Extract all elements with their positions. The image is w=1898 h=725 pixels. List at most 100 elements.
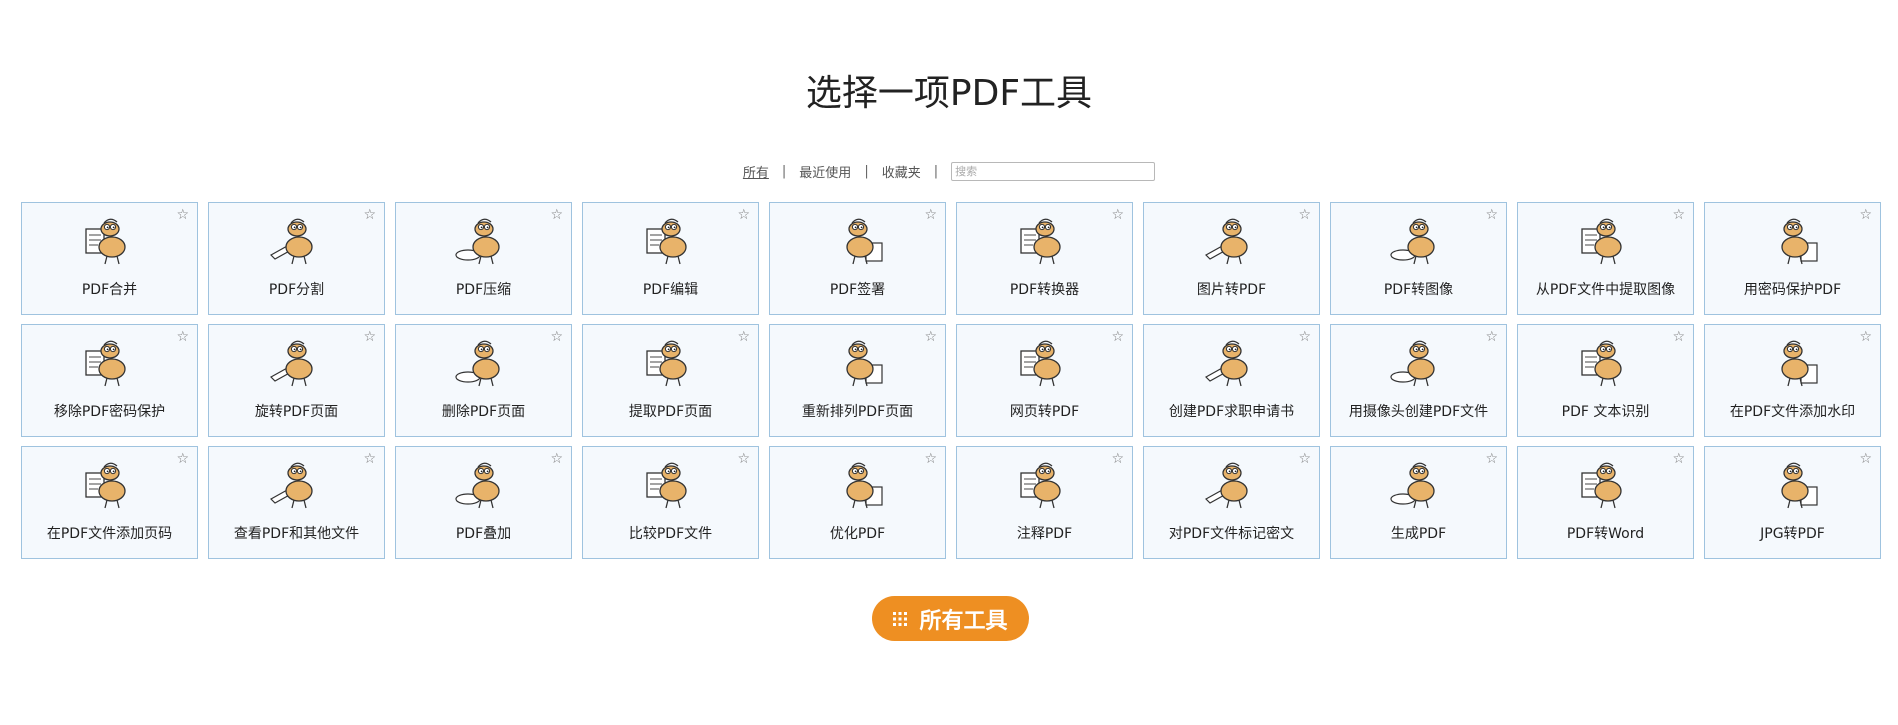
tool-card[interactable]: ☆ 提取PDF页面: [582, 324, 759, 437]
tool-card[interactable]: ☆ 比较PDF文件: [582, 446, 759, 559]
tool-label: JPG转PDF: [1760, 526, 1825, 542]
favorite-star-icon[interactable]: ☆: [1485, 330, 1498, 344]
favorite-star-icon[interactable]: ☆: [1485, 452, 1498, 466]
filter-separator: |: [864, 164, 869, 179]
pdf-tools-page: 选择一项PDF工具 所有 | 最近使用 | 收藏夹 | ☆ PDF合并 ☆ PDF分割…: [0, 0, 1898, 725]
grid-icon: [893, 611, 908, 626]
tool-label: PDF合并: [81, 282, 138, 298]
tool-card[interactable]: ☆ PDF叠加: [395, 446, 572, 559]
delete-pages-illustration-icon: [455, 340, 500, 387]
favorite-star-icon[interactable]: ☆: [550, 452, 563, 466]
watermark-illustration-icon: [1781, 340, 1818, 387]
tool-label: 创建PDF求职申请书: [1168, 404, 1295, 420]
tool-label: 提取PDF页面: [628, 404, 713, 420]
favorite-star-icon[interactable]: ☆: [1859, 452, 1872, 466]
tool-card[interactable]: ☆ PDF转换器: [956, 202, 1133, 315]
favorite-star-icon[interactable]: ☆: [176, 452, 189, 466]
favorite-star-icon[interactable]: ☆: [363, 452, 376, 466]
favorite-star-icon[interactable]: ☆: [550, 330, 563, 344]
tool-card[interactable]: ☆ 在PDF文件添加页码: [21, 446, 198, 559]
create-pdf-illustration-icon: [1390, 462, 1435, 509]
image-to-pdf-illustration-icon: [1205, 218, 1248, 265]
filter-bar: 所有 | 最近使用 | 收藏夹 |: [0, 162, 1898, 181]
favorite-star-icon[interactable]: ☆: [737, 208, 750, 222]
tool-card[interactable]: ☆ PDF 文本识别: [1517, 324, 1694, 437]
tool-label: PDF压缩: [455, 282, 512, 298]
merge-illustration-icon: [85, 218, 126, 265]
favorite-star-icon[interactable]: ☆: [363, 330, 376, 344]
filter-favorites-link[interactable]: 收藏夹: [882, 162, 921, 181]
axe-split-illustration-icon: [270, 218, 313, 265]
tool-card[interactable]: ☆ PDF签署: [769, 202, 946, 315]
tool-card[interactable]: ☆ 用密码保护PDF: [1704, 202, 1881, 315]
compare-illustration-icon: [646, 462, 687, 509]
favorite-star-icon[interactable]: ☆: [1111, 330, 1124, 344]
search-input[interactable]: [951, 162, 1156, 181]
web-to-pdf-illustration-icon: [1020, 340, 1061, 387]
favorite-star-icon[interactable]: ☆: [924, 452, 937, 466]
tool-card[interactable]: ☆ 在PDF文件添加水印: [1704, 324, 1881, 437]
favorite-star-icon[interactable]: ☆: [1111, 208, 1124, 222]
tool-card[interactable]: ☆ 旋转PDF页面: [208, 324, 385, 437]
filter-separator: |: [781, 164, 787, 179]
signature-illustration-icon: [846, 218, 883, 265]
tool-label: 比较PDF文件: [628, 526, 713, 542]
tool-card[interactable]: ☆ PDF编辑: [582, 202, 759, 315]
favorite-star-icon[interactable]: ☆: [1672, 452, 1685, 466]
edit-illustration-icon: [646, 218, 687, 265]
favorite-star-icon[interactable]: ☆: [176, 330, 189, 344]
tool-card[interactable]: ☆ PDF转图像: [1330, 202, 1507, 315]
favorite-star-icon[interactable]: ☆: [1111, 452, 1124, 466]
converter-illustration-icon: [1020, 218, 1061, 265]
favorite-star-icon[interactable]: ☆: [1485, 208, 1498, 222]
tool-card[interactable]: ☆ 删除PDF页面: [395, 324, 572, 437]
tool-card[interactable]: ☆ 优化PDF: [769, 446, 946, 559]
favorite-star-icon[interactable]: ☆: [1859, 208, 1872, 222]
tool-card[interactable]: ☆ 查看PDF和其他文件: [208, 446, 385, 559]
favorite-star-icon[interactable]: ☆: [1672, 330, 1685, 344]
tool-card[interactable]: ☆ PDF分割: [208, 202, 385, 315]
tool-label: 移除PDF密码保护: [53, 404, 166, 420]
favorite-star-icon[interactable]: ☆: [550, 208, 563, 222]
tool-card[interactable]: ☆ 从PDF文件中提取图像: [1517, 202, 1694, 315]
filter-all-link[interactable]: 所有: [743, 162, 769, 181]
tool-label: 查看PDF和其他文件: [233, 526, 360, 542]
tool-card[interactable]: ☆ 对PDF文件标记密文: [1143, 446, 1320, 559]
tool-label: PDF 文本识别: [1561, 404, 1650, 420]
tool-card[interactable]: ☆ 移除PDF密码保护: [21, 324, 198, 437]
tool-label: 优化PDF: [829, 526, 886, 542]
tool-label: 生成PDF: [1390, 526, 1447, 542]
favorite-star-icon[interactable]: ☆: [737, 452, 750, 466]
rotate-illustration-icon: [270, 340, 313, 387]
tool-label: 在PDF文件添加水印: [1729, 404, 1856, 420]
filter-recent-link[interactable]: 最近使用: [799, 162, 851, 181]
tool-card[interactable]: ☆ 创建PDF求职申请书: [1143, 324, 1320, 437]
tool-card[interactable]: ☆ PDF转Word: [1517, 446, 1694, 559]
tool-card[interactable]: ☆ 用摄像头创建PDF文件: [1330, 324, 1507, 437]
tool-label: PDF转Word: [1566, 526, 1645, 542]
favorite-star-icon[interactable]: ☆: [1298, 330, 1311, 344]
favorite-star-icon[interactable]: ☆: [1672, 208, 1685, 222]
favorite-star-icon[interactable]: ☆: [924, 330, 937, 344]
tool-card[interactable]: ☆ 图片转PDF: [1143, 202, 1320, 315]
favorite-star-icon[interactable]: ☆: [1859, 330, 1872, 344]
tool-card[interactable]: ☆ 生成PDF: [1330, 446, 1507, 559]
tool-card[interactable]: ☆ 注释PDF: [956, 446, 1133, 559]
tool-label: 图片转PDF: [1196, 282, 1267, 298]
tool-card[interactable]: ☆ JPG转PDF: [1704, 446, 1881, 559]
favorite-star-icon[interactable]: ☆: [924, 208, 937, 222]
tool-card[interactable]: ☆ 网页转PDF: [956, 324, 1133, 437]
tool-label: PDF转换器: [1009, 282, 1080, 298]
tool-card[interactable]: ☆ 重新排列PDF页面: [769, 324, 946, 437]
favorite-star-icon[interactable]: ☆: [1298, 452, 1311, 466]
extract-pages-illustration-icon: [646, 340, 687, 387]
all-tools-button[interactable]: 所有工具: [872, 596, 1029, 641]
overlay-illustration-icon: [455, 462, 500, 509]
tool-card[interactable]: ☆ PDF合并: [21, 202, 198, 315]
tool-card[interactable]: ☆ PDF压缩: [395, 202, 572, 315]
favorite-star-icon[interactable]: ☆: [176, 208, 189, 222]
favorite-star-icon[interactable]: ☆: [363, 208, 376, 222]
favorite-star-icon[interactable]: ☆: [1298, 208, 1311, 222]
favorite-star-icon[interactable]: ☆: [737, 330, 750, 344]
tool-label: 用密码保护PDF: [1743, 282, 1842, 298]
